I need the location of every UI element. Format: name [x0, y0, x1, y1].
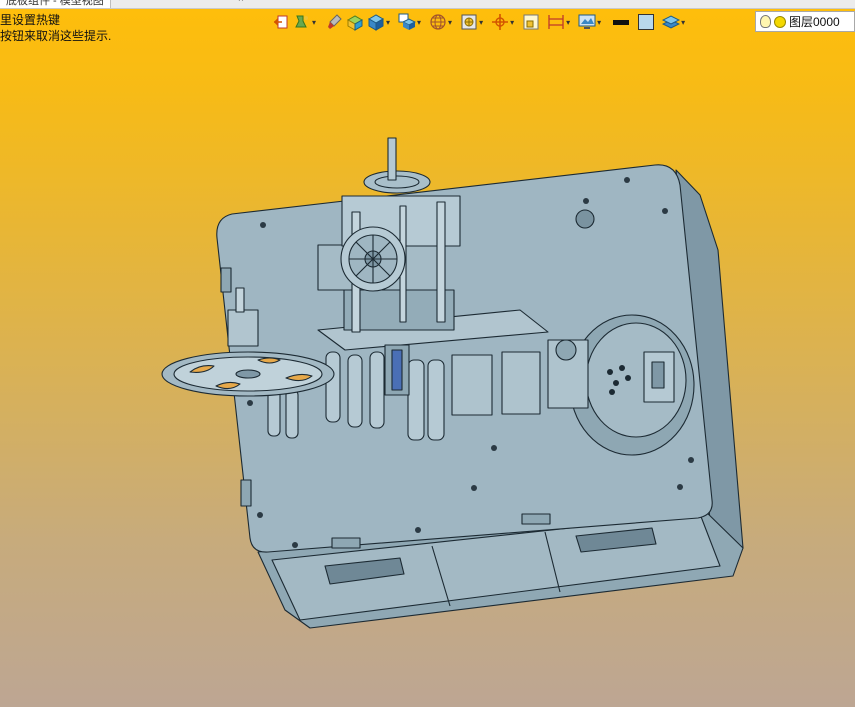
- cad-viewport[interactable]: [0, 0, 855, 707]
- plate-hole: [575, 209, 595, 229]
- top-handwheel[interactable]: [363, 170, 431, 194]
- machine-model[interactable]: [161, 137, 744, 629]
- reel-support: [227, 309, 259, 347]
